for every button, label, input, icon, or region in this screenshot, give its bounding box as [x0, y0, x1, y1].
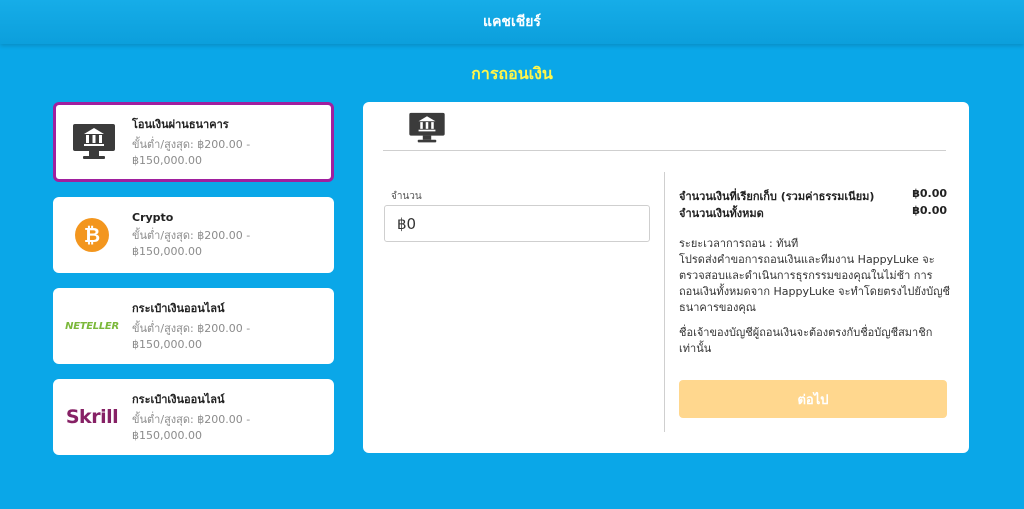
method-name: กระเป๋าเงินออนไลน์ [132, 393, 225, 406]
method-limit: ขั้นต่ำ/สูงสุด: ฿200.00 - ฿150,000.00 [132, 138, 251, 167]
requested-amount-value: ฿0.00 [912, 187, 947, 200]
bank-monitor-icon [408, 112, 446, 148]
method-limit: ขั้นต่ำ/สูงสุด: ฿200.00 - ฿150,000.00 [132, 228, 251, 258]
page-title: การถอนเงิน [471, 64, 553, 83]
panel-divider [383, 150, 946, 151]
neteller-logo: NETELLER [65, 320, 119, 332]
amount-label: จำนวน [391, 191, 422, 202]
svg-text:₿: ₿ [84, 223, 100, 247]
method-crypto[interactable]: ₿ Crypto ขั้นต่ำ/สูงสุด: ฿200.00 - ฿150,… [53, 197, 334, 273]
next-button[interactable]: ต่อไป [679, 380, 947, 418]
header-title: แคชเชียร์ [483, 14, 541, 30]
total-amount-label: จำนวนเงินทั้งหมด [679, 207, 764, 220]
method-neteller[interactable]: NETELLER กระเป๋าเงินออนไลน์ ขั้นต่ำ/สูงส… [53, 288, 334, 364]
method-limit: ขั้นต่ำ/สูงสุด: ฿200.00 - ฿150,000.00 [132, 413, 251, 442]
account-name-note: ชื่อเจ้าของบัญชีผู้ถอนเงินจะต้องตรงกับชื… [679, 326, 933, 355]
method-name: Crypto [132, 210, 174, 224]
requested-amount-row: จำนวนเงินที่เรียกเก็บ (รวมค่าธรรมเนียม) … [679, 187, 947, 205]
method-limit: ขั้นต่ำ/สูงสุด: ฿200.00 - ฿150,000.00 [132, 322, 251, 351]
total-amount-value: ฿0.00 [912, 204, 947, 217]
total-amount-row: จำนวนเงินทั้งหมด ฿0.00 [679, 204, 947, 222]
method-name: กระเป๋าเงินออนไลน์ [132, 302, 225, 315]
bank-monitor-icon [56, 105, 131, 179]
withdrawal-note: ระยะเวลาการถอน : ทันที โปรดส่งคำขอการถอน… [679, 237, 950, 314]
bitcoin-icon: ₿ [53, 197, 131, 273]
skrill-logo: Skrill [65, 406, 119, 428]
method-name: โอนเงินผ่านธนาคาร [132, 118, 229, 131]
amount-input[interactable] [384, 205, 650, 242]
withdrawal-panel: จำนวน จำนวนเงินที่เรียกเก็บ (รวมค่าธรรมเ… [363, 102, 969, 453]
requested-amount-label: จำนวนเงินที่เรียกเก็บ (รวมค่าธรรมเนียม) [679, 190, 875, 203]
method-skrill[interactable]: Skrill กระเป๋าเงินออนไลน์ ขั้นต่ำ/สูงสุด… [53, 379, 334, 455]
cashier-header: แคชเชียร์ [0, 0, 1024, 44]
vertical-divider [664, 172, 665, 432]
method-bank-transfer[interactable]: โอนเงินผ่านธนาคาร ขั้นต่ำ/สูงสุด: ฿200.0… [53, 102, 334, 182]
